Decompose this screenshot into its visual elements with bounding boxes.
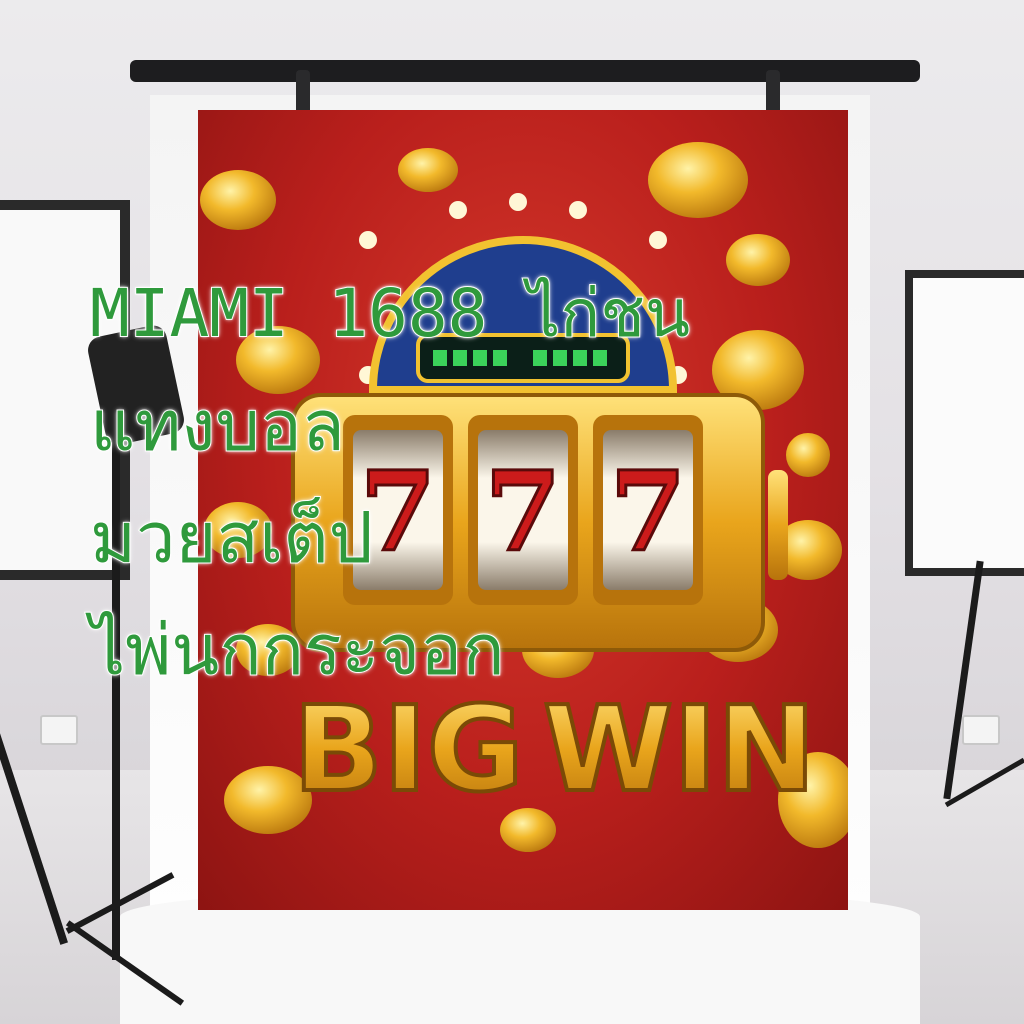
wall-outlet	[962, 715, 1000, 745]
headline-overlay: MIAMI 1688 ไก่ชน แทงบอล มวยสเต็ป ไพ่นกกร…	[89, 258, 850, 706]
headline-line-3: มวยสเต็ป	[89, 496, 374, 580]
paper-sweep-floor	[120, 890, 920, 1024]
backdrop-crossbar	[130, 60, 920, 82]
headline-line-4: ไพ่นกกระจอก	[89, 608, 506, 692]
softbox-right	[905, 270, 1024, 576]
headline-line-1: MIAMI 1688 ไก่ชน	[89, 274, 691, 353]
headline-line-2: แทงบอล	[89, 384, 346, 468]
wall-outlet	[40, 715, 78, 745]
studio-photo: 777 BIG WIN MIAMI 1688 ไก่ชน แทงบอล มวยสเ…	[0, 0, 1024, 1024]
